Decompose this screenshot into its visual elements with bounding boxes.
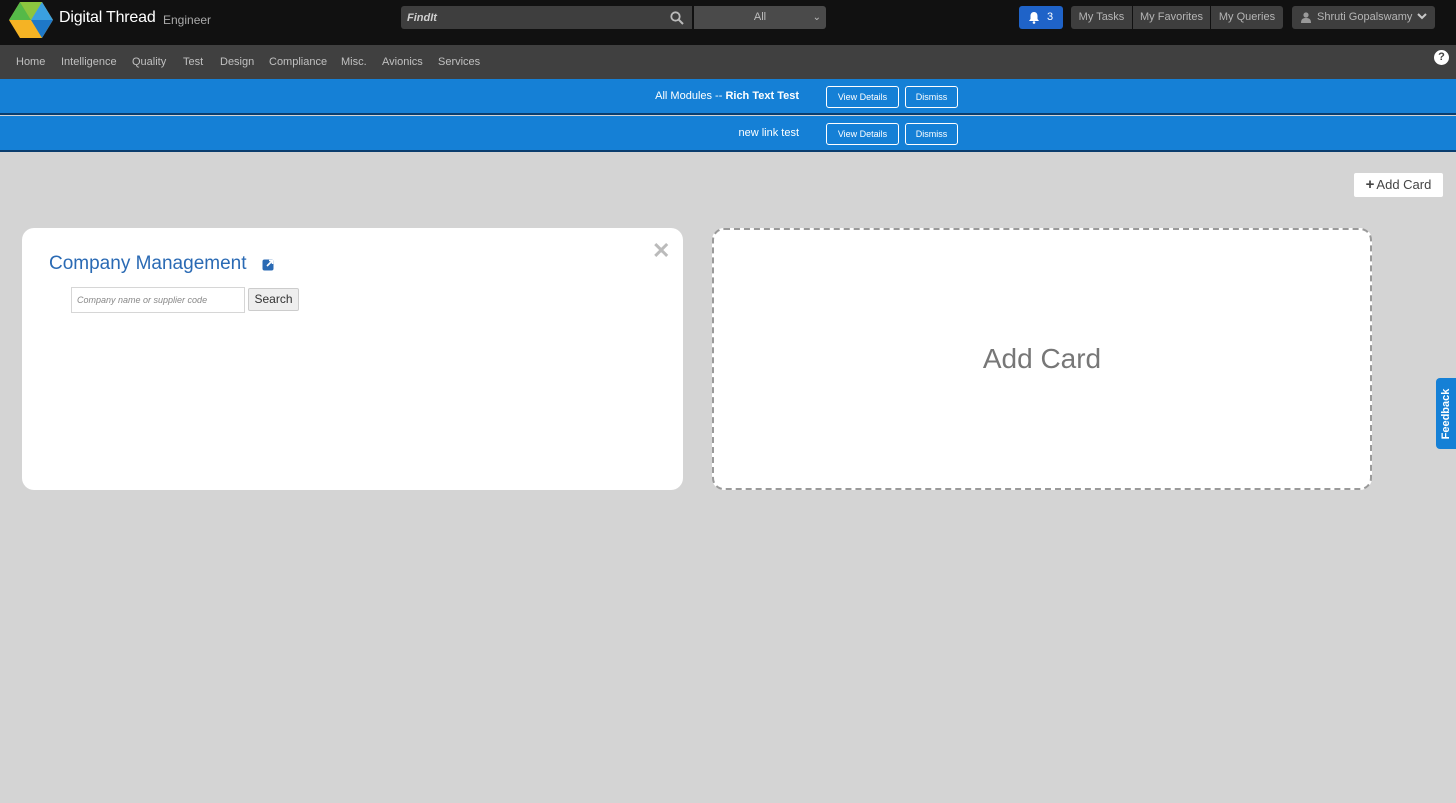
view-details-button[interactable]: View Details — [826, 123, 899, 145]
banner-title: Rich Text Test — [725, 90, 799, 102]
feedback-label: Feedback — [1440, 388, 1452, 439]
main-nav: Home Intelligence Quality Test Design Co… — [0, 45, 1456, 79]
search-scope-value: All — [753, 11, 767, 23]
findit-search — [401, 6, 692, 29]
user-icon — [1301, 12, 1311, 23]
nav-item-services[interactable]: Services — [438, 56, 480, 68]
search-icon[interactable] — [670, 11, 684, 25]
dismiss-button[interactable]: Dismiss — [905, 86, 958, 108]
user-menu[interactable]: Shruti Gopalswamy — [1292, 6, 1435, 29]
external-link-icon[interactable] — [262, 258, 275, 271]
view-details-button[interactable]: View Details — [826, 86, 899, 108]
chevron-down-icon — [1417, 13, 1427, 20]
add-card-button[interactable]: + Add Card — [1354, 173, 1443, 197]
dismiss-button[interactable]: Dismiss — [905, 123, 958, 145]
card-title[interactable]: Company Management — [49, 253, 247, 275]
feedback-tab[interactable]: Feedback — [1436, 378, 1456, 449]
add-card-placeholder[interactable]: Add Card — [712, 228, 1372, 490]
my-tasks-button[interactable]: My Tasks — [1071, 6, 1132, 29]
nav-item-misc[interactable]: Misc. — [341, 56, 367, 68]
app-subtitle: Engineer — [163, 13, 212, 27]
my-queries-button[interactable]: My Queries — [1211, 6, 1283, 29]
user-name: Shruti Gopalswamy — [1317, 11, 1413, 23]
add-card-label: Add Card — [1376, 177, 1432, 192]
nav-item-intelligence[interactable]: Intelligence — [61, 56, 117, 68]
notifications-button[interactable]: 3 — [1019, 6, 1063, 29]
announcement-banner: All Modules -- Rich Text Test View Detai… — [0, 79, 1456, 115]
notification-count: 3 — [1047, 11, 1054, 23]
nav-item-test[interactable]: Test — [183, 56, 203, 68]
nav-item-design[interactable]: Design — [220, 56, 254, 68]
close-icon[interactable]: ✕ — [652, 238, 670, 264]
banner-prefix: All Modules -- — [655, 90, 726, 102]
chevron-down-icon: ⌄ — [812, 12, 821, 23]
company-management-card: Company Management ✕ Search — [22, 228, 683, 490]
top-bar: Digital Thread Engineer All ⌄ 3 My Tasks… — [0, 0, 1456, 45]
add-card-placeholder-label: Add Card — [982, 343, 1102, 374]
bell-icon — [1029, 12, 1039, 24]
company-search-input[interactable] — [71, 287, 245, 313]
nav-item-quality[interactable]: Quality — [132, 56, 166, 68]
help-icon[interactable]: ? — [1434, 50, 1449, 65]
announcement-banner: new link test View Details Dismiss — [0, 116, 1456, 152]
banner-text: new link test — [738, 127, 799, 139]
nav-item-home[interactable]: Home — [16, 56, 45, 68]
plus-icon: + — [1365, 176, 1375, 193]
findit-input[interactable] — [401, 6, 666, 29]
banner-title: new link test — [738, 127, 799, 139]
my-favorites-button[interactable]: My Favorites — [1133, 6, 1210, 29]
search-scope-select[interactable]: All ⌄ — [694, 6, 826, 29]
banner-text: All Modules -- Rich Text Test — [655, 90, 799, 102]
nav-item-compliance[interactable]: Compliance — [269, 56, 327, 68]
nav-item-avionics[interactable]: Avionics — [382, 56, 423, 68]
app-logo-icon[interactable] — [9, 1, 53, 39]
company-search-button[interactable]: Search — [248, 288, 299, 311]
app-title[interactable]: Digital Thread — [59, 9, 156, 27]
